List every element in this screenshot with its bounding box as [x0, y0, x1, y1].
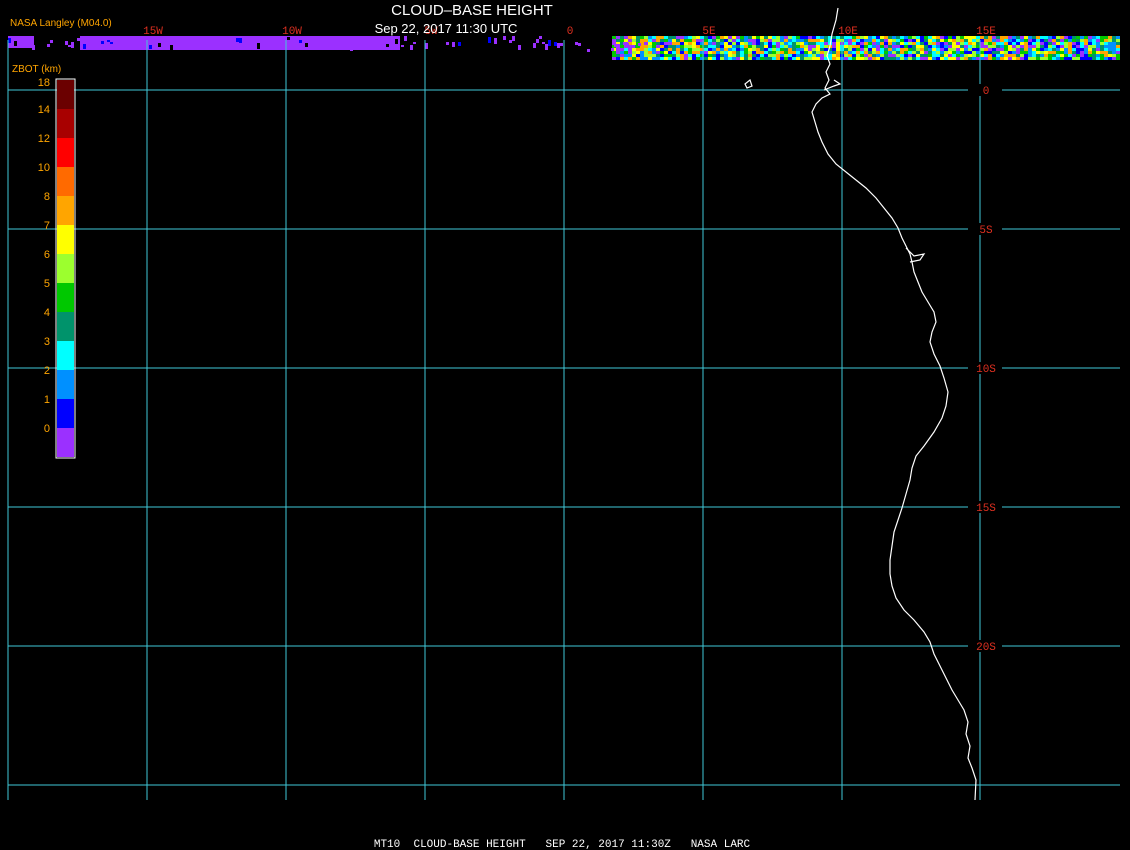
legend-label: 8	[44, 191, 50, 203]
legend-label: 3	[44, 336, 50, 348]
legend-swatch	[57, 428, 74, 457]
legend-label: 14	[38, 104, 50, 116]
source-label: NASA Langley (M04.0)	[10, 18, 112, 29]
chart-title: CLOUD–BASE HEIGHT	[391, 2, 553, 19]
latitude-label: 0	[983, 86, 990, 98]
legend-label: 7	[44, 220, 50, 232]
legend-swatch	[57, 399, 74, 428]
legend-label: 4	[44, 307, 50, 319]
legend-swatch	[57, 80, 74, 109]
legend-swatch	[57, 312, 74, 341]
legend-swatch	[57, 283, 74, 312]
longitude-label: 0	[567, 26, 574, 38]
legend-label: 0	[44, 423, 50, 435]
legend-swatch	[57, 225, 74, 254]
legend-label: 10	[38, 162, 50, 174]
legend-swatch	[57, 138, 74, 167]
legend-label: 2	[44, 365, 50, 377]
latitude-label: 10S	[976, 364, 996, 376]
legend-label: 5	[44, 278, 50, 290]
latitude-label: 15S	[976, 503, 996, 515]
legend-label: 12	[38, 133, 50, 145]
longitude-label: 5E	[702, 26, 716, 38]
latitude-label: 20S	[976, 642, 996, 654]
legend-swatch	[57, 254, 74, 283]
footer-caption: MT10 CLOUD-BASE HEIGHT SEP 22, 2017 11:3…	[374, 839, 751, 850]
legend-swatch	[57, 109, 74, 138]
legend-label: 6	[44, 249, 50, 261]
map-canvas: 15W 10W 5W 0 5E 10E 15E 05S10S15S20S NASA Lang…	[0, 0, 1130, 850]
longitude-label: 15W	[143, 26, 163, 38]
longitude-label: 15E	[976, 26, 996, 38]
legend-swatch	[57, 196, 74, 225]
legend-swatch	[57, 370, 74, 399]
legend-swatch	[57, 167, 74, 196]
longitude-label: 10E	[838, 26, 858, 38]
legend-swatch	[57, 341, 74, 370]
legend-title: ZBOT (km)	[12, 64, 61, 75]
chart-timestamp: Sep 22, 2017 11:30 UTC	[375, 21, 518, 36]
legend-label: 18	[38, 77, 50, 89]
latitude-label: 5S	[979, 225, 993, 237]
longitude-label: 10W	[282, 26, 302, 38]
legend-label: 1	[44, 394, 50, 406]
